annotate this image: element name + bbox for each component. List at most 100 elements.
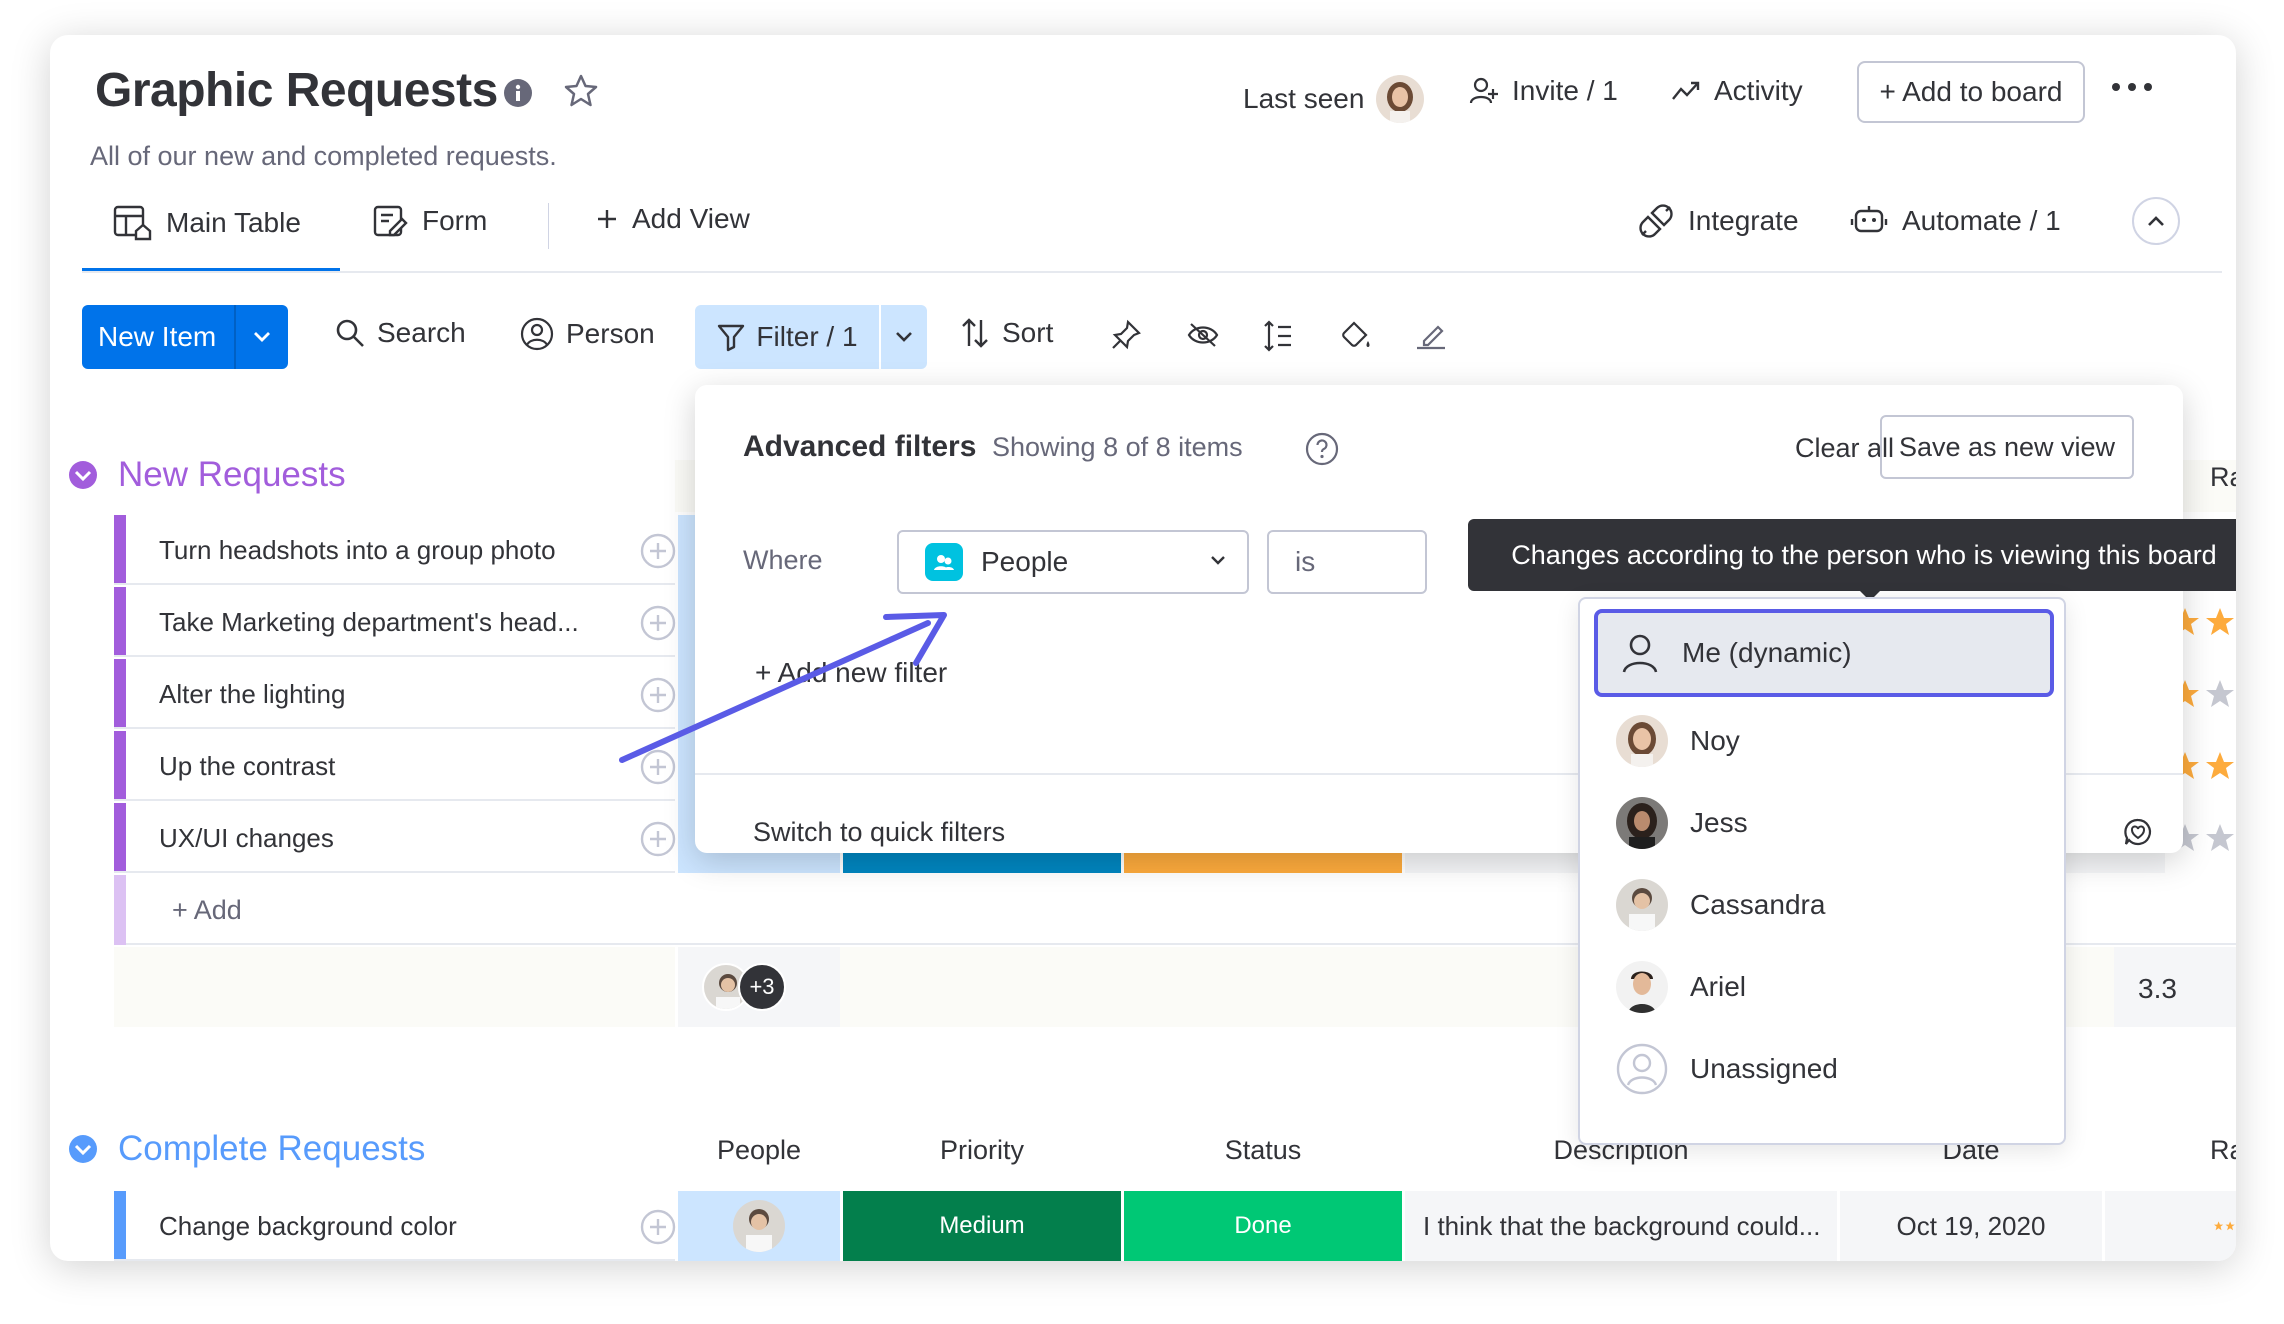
item-name[interactable]: Change background color — [159, 1211, 457, 1242]
people-cell[interactable] — [678, 1191, 840, 1261]
add-update-icon[interactable] — [639, 1208, 677, 1246]
info-icon[interactable] — [503, 78, 533, 108]
search-icon — [336, 319, 364, 347]
more-options-icon[interactable] — [2110, 80, 2154, 94]
table-row[interactable]: Up the contrast — [114, 731, 676, 801]
rating-stars — [2213, 1221, 2235, 1231]
advanced-filters-title: Advanced filters — [743, 430, 977, 463]
person-outline-icon — [1622, 634, 1658, 673]
rating-cell[interactable] — [2105, 1191, 2236, 1261]
column-header-people[interactable]: People — [678, 1135, 840, 1166]
dropdown-option-jess[interactable]: Jess — [1594, 783, 2054, 863]
integrate-icon — [1639, 204, 1673, 238]
option-label: Jess — [1690, 807, 1748, 838]
sort-icon — [962, 318, 988, 348]
add-view-button[interactable]: Add View — [596, 203, 750, 235]
integrate-button[interactable]: Integrate — [1638, 203, 1799, 239]
item-name[interactable]: Up the contrast — [159, 751, 335, 782]
group-color-bar — [114, 659, 126, 727]
sort-label: Sort — [1002, 317, 1054, 348]
annotation-arrow-icon — [619, 612, 947, 763]
column-header-priority[interactable]: Priority — [843, 1135, 1121, 1166]
filter-result-count: Showing 8 of 8 items — [992, 432, 1243, 462]
switch-to-quick-filters-button[interactable]: Switch to quick filters — [753, 817, 1005, 848]
dropdown-option-unassigned[interactable]: Unassigned — [1594, 1029, 2054, 1109]
filter-button[interactable]: Filter / 1 — [695, 305, 927, 369]
dropdown-option-cassandra[interactable]: Cassandra — [1594, 865, 2054, 945]
last-seen-label: Last seen — [1243, 83, 1365, 114]
new-item-label: New Item — [98, 321, 217, 352]
table-row[interactable]: Change background color — [114, 1191, 677, 1261]
add-update-icon[interactable] — [639, 820, 677, 858]
add-to-board-button[interactable]: + Add to board — [1857, 61, 2085, 123]
priority-cell[interactable]: Medium — [843, 1191, 1121, 1261]
group-color-bar — [114, 587, 126, 655]
filter-main[interactable]: Filter / 1 — [695, 305, 879, 369]
more-people-badge[interactable]: +3 — [738, 963, 786, 1011]
last-seen[interactable]: Last seen — [1243, 75, 1425, 123]
add-update-icon[interactable] — [639, 532, 677, 570]
option-label: Ariel — [1690, 971, 1747, 1002]
row-height-icon[interactable] — [1262, 319, 1294, 353]
integrate-label: Integrate — [1688, 205, 1799, 236]
conditional-format-icon[interactable] — [1414, 319, 1448, 351]
group-complete-requests[interactable]: Complete Requests — [68, 1129, 425, 1169]
board-window: Graphic Requests All of our new and comp… — [50, 35, 2236, 1261]
chevron-down-icon[interactable] — [881, 305, 927, 369]
table-row[interactable]: UX/UI changes — [114, 803, 677, 873]
dropdown-option-me-dynamic[interactable]: Me (dynamic) — [1594, 609, 2054, 697]
column-header-status[interactable]: Status — [1124, 1135, 1402, 1166]
group-color-bar — [114, 875, 126, 945]
save-as-new-view-button[interactable]: Save as new view — [1880, 415, 2134, 479]
filter-operator-select[interactable]: is — [1267, 530, 1427, 594]
dropdown-option-noy[interactable]: Noy — [1594, 701, 2054, 781]
item-name[interactable]: Alter the lighting — [159, 679, 345, 710]
robot-icon — [1850, 206, 1888, 233]
add-item-label[interactable]: + Add — [172, 895, 242, 926]
feedback-icon[interactable] — [2123, 817, 2153, 847]
person-circle-icon — [520, 317, 554, 351]
table-row[interactable]: Take Marketing department's head... — [114, 587, 676, 657]
table-row[interactable]: Turn headshots into a group photo — [114, 515, 677, 585]
item-name[interactable]: Take Marketing department's head... — [159, 607, 579, 638]
item-name[interactable]: Turn headshots into a group photo — [159, 535, 556, 566]
pin-icon[interactable] — [1110, 319, 1142, 351]
invite-button[interactable]: Invite / 1 — [1468, 75, 1618, 107]
rating-summary: 3.3 — [2114, 947, 2236, 1027]
favorite-star-icon[interactable] — [563, 73, 599, 109]
table-row[interactable]: Alter the lighting — [114, 659, 676, 729]
automate-button[interactable]: Automate / 1 — [1850, 203, 2061, 239]
person-filter-button[interactable]: Person — [520, 317, 655, 351]
option-label: Me (dynamic) — [1682, 637, 1852, 668]
option-label: Noy — [1690, 725, 1740, 756]
status-cell[interactable]: Done — [1124, 1191, 1402, 1261]
new-item-button[interactable]: New Item — [82, 305, 288, 369]
option-label: Cassandra — [1690, 889, 1826, 920]
board-title[interactable]: Graphic Requests — [95, 63, 498, 118]
filter-label: Filter / 1 — [756, 321, 858, 352]
column-header-rating[interactable]: Ra — [2210, 1135, 2236, 1166]
chevron-down-icon[interactable] — [236, 331, 288, 343]
automate-label: Automate / 1 — [1902, 205, 2061, 236]
dynamic-user-tooltip: Changes according to the person who is v… — [1468, 519, 2236, 591]
sort-button[interactable]: Sort — [960, 317, 1053, 349]
activity-button[interactable]: Activity — [1670, 75, 1803, 107]
tab-form[interactable]: Form — [372, 203, 487, 239]
help-icon[interactable] — [1305, 432, 1339, 466]
collapse-header-button[interactable] — [2132, 197, 2180, 245]
description-cell[interactable]: I think that the background could... — [1405, 1191, 1837, 1261]
tab-main-table[interactable]: Main Table — [112, 203, 301, 243]
paint-bucket-icon[interactable] — [1338, 319, 1372, 351]
dropdown-option-ariel[interactable]: Ariel — [1594, 947, 2054, 1027]
avatar — [1376, 75, 1425, 123]
group-new-requests-title: New Requests — [118, 455, 346, 494]
chevron-down-icon — [1209, 554, 1227, 566]
group-new-requests[interactable]: New Requests — [68, 455, 346, 495]
date-cell[interactable]: Oct 19, 2020 — [1840, 1191, 2102, 1261]
hide-columns-icon[interactable] — [1186, 319, 1220, 351]
avatar — [1616, 797, 1668, 849]
chevron-up-icon — [2148, 216, 2164, 226]
people-summary-cell[interactable]: +3 — [678, 947, 840, 1027]
item-name[interactable]: UX/UI changes — [159, 823, 334, 854]
search-button[interactable]: Search — [335, 317, 466, 349]
